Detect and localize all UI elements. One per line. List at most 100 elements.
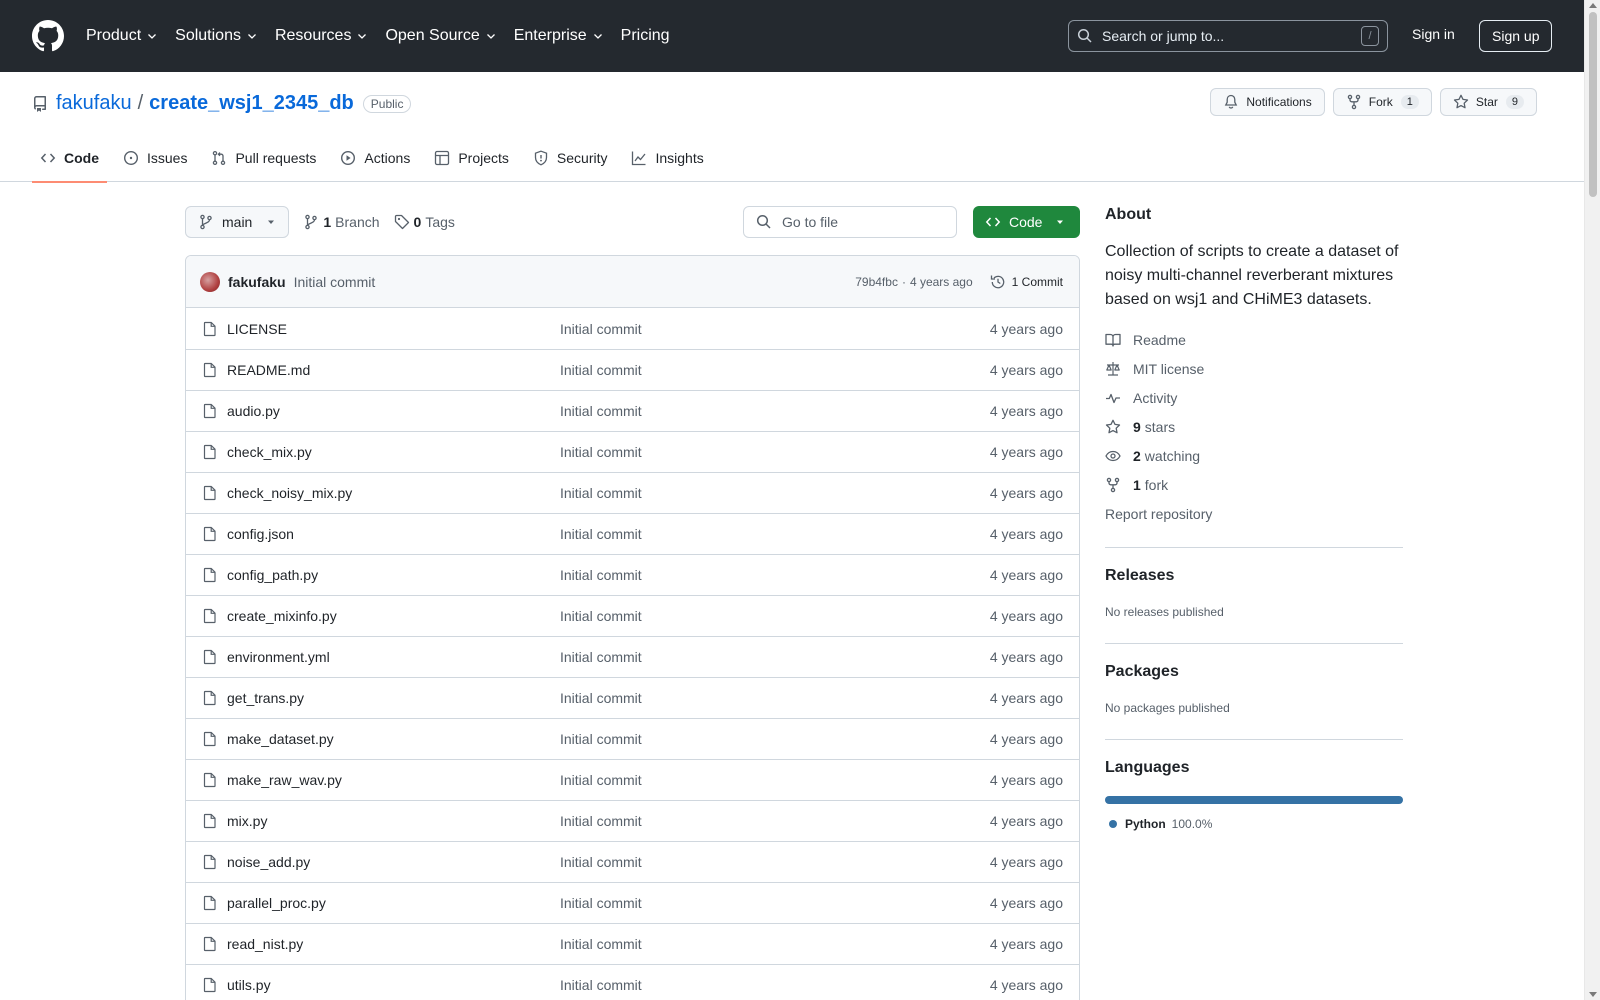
file-name-link[interactable]: utils.py	[227, 977, 560, 993]
scroll-up-arrow[interactable]	[1589, 3, 1597, 8]
file-commit-message-link[interactable]: Initial commit	[560, 608, 990, 624]
file-row[interactable]: make_raw_wav.py Initial commit 4 years ago	[186, 759, 1079, 800]
star-button[interactable]: Star 9	[1439, 88, 1537, 116]
file-row[interactable]: parallel_proc.py Initial commit 4 years ag…	[186, 882, 1079, 923]
file-commit-message-link[interactable]: Initial commit	[560, 403, 990, 419]
file-commit-message-link[interactable]: Initial commit	[560, 321, 990, 337]
file-row[interactable]: check_mix.py Initial commit 4 years ago	[186, 431, 1079, 472]
file-name-link[interactable]: config.json	[227, 526, 560, 542]
tab-projects[interactable]: Projects	[426, 134, 517, 182]
file-name-link[interactable]: mix.py	[227, 813, 560, 829]
tab-insights-label: Insights	[655, 150, 704, 166]
file-name-link[interactable]: make_dataset.py	[227, 731, 560, 747]
file-name-link[interactable]: create_mixinfo.py	[227, 608, 560, 624]
file-row[interactable]: create_mixinfo.py Initial commit 4 years a…	[186, 595, 1079, 636]
nav-enterprise[interactable]: Enterprise	[514, 27, 604, 45]
file-name-link[interactable]: check_mix.py	[227, 444, 560, 460]
file-commit-message-link[interactable]: Initial commit	[560, 772, 990, 788]
file-commit-message-link[interactable]: Initial commit	[560, 813, 990, 829]
repo-tabs: Code Issues Pull requests Actions Projec…	[32, 134, 720, 183]
file-name-link[interactable]: read_nist.py	[227, 936, 560, 952]
report-repository-link[interactable]: Report repository	[1105, 505, 1403, 523]
packages-empty: No packages published	[1105, 701, 1230, 715]
file-name-link[interactable]: check_noisy_mix.py	[227, 485, 560, 501]
nav-open-source[interactable]: Open Source	[385, 27, 496, 45]
tab-insights[interactable]: Insights	[623, 134, 711, 182]
file-commit-message-link[interactable]: Initial commit	[560, 690, 990, 706]
file-row[interactable]: read_nist.py Initial commit 4 years ago	[186, 923, 1079, 964]
tab-issues[interactable]: Issues	[115, 134, 195, 182]
file-row[interactable]: config.json Initial commit 4 years ago	[186, 513, 1079, 554]
watching-link[interactable]: 2 watching	[1105, 447, 1403, 465]
code-dropdown-button[interactable]: Code	[973, 206, 1080, 238]
nav-product[interactable]: Product	[86, 27, 158, 45]
search-input[interactable]: Search or jump to... /	[1068, 20, 1388, 52]
nav-solutions[interactable]: Solutions	[175, 27, 258, 45]
commit-author-link[interactable]: fakufaku	[228, 274, 286, 290]
file-row[interactable]: audio.py Initial commit 4 years ago	[186, 390, 1079, 431]
forks-link[interactable]: 1 fork	[1105, 476, 1403, 494]
file-name-link[interactable]: LICENSE	[227, 321, 560, 337]
nav-pricing[interactable]: Pricing	[621, 27, 670, 45]
sign-up-button[interactable]: Sign up	[1479, 20, 1553, 52]
license-link[interactable]: MIT license	[1105, 360, 1403, 378]
vertical-scrollbar[interactable]	[1584, 0, 1600, 1000]
file-row[interactable]: mix.py Initial commit 4 years ago	[186, 800, 1079, 841]
file-name-link[interactable]: config_path.py	[227, 567, 560, 583]
file-commit-message-link[interactable]: Initial commit	[560, 444, 990, 460]
avatar[interactable]	[200, 271, 220, 292]
file-commit-message-link[interactable]: Initial commit	[560, 936, 990, 952]
activity-link[interactable]: Activity	[1105, 389, 1403, 407]
scroll-down-arrow[interactable]	[1589, 992, 1597, 997]
nav-resources[interactable]: Resources	[275, 27, 368, 45]
fork-button[interactable]: Fork 1	[1332, 88, 1432, 116]
branches-link[interactable]: 1 Branch	[303, 214, 380, 230]
file-row[interactable]: make_dataset.py Initial commit 4 years ago	[186, 718, 1079, 759]
notifications-button[interactable]: Notifications	[1210, 88, 1325, 116]
file-row[interactable]: config_path.py Initial commit 4 years ago	[186, 554, 1079, 595]
releases-heading[interactable]: Releases	[1105, 567, 1403, 585]
file-commit-message-link[interactable]: Initial commit	[560, 567, 990, 583]
commits-history-link[interactable]: 1 Commit	[990, 274, 1063, 290]
file-name-link[interactable]: README.md	[227, 362, 560, 378]
file-commit-message-link[interactable]: Initial commit	[560, 731, 990, 747]
commit-hash-link[interactable]: 79b4fbc	[855, 275, 898, 289]
language-item-python[interactable]: Python 100.0%	[1105, 817, 1403, 831]
file-row[interactable]: LICENSE Initial commit 4 years ago	[186, 308, 1079, 349]
file-commit-message-link[interactable]: Initial commit	[560, 895, 990, 911]
repo-owner-link[interactable]: fakufaku	[56, 92, 132, 115]
file-row[interactable]: check_noisy_mix.py Initial commit 4 years …	[186, 472, 1079, 513]
file-row[interactable]: noise_add.py Initial commit 4 years ago	[186, 841, 1079, 882]
packages-heading[interactable]: Packages	[1105, 663, 1403, 681]
tab-actions[interactable]: Actions	[332, 134, 418, 182]
scrollbar-thumb[interactable]	[1589, 12, 1597, 197]
file-commit-message-link[interactable]: Initial commit	[560, 362, 990, 378]
file-row[interactable]: README.md Initial commit 4 years ago	[186, 349, 1079, 390]
sign-in-link[interactable]: Sign in	[1412, 26, 1455, 42]
file-name-link[interactable]: parallel_proc.py	[227, 895, 560, 911]
readme-link[interactable]: Readme	[1105, 331, 1403, 349]
file-name-link[interactable]: noise_add.py	[227, 854, 560, 870]
file-commit-message-link[interactable]: Initial commit	[560, 854, 990, 870]
file-commit-message-link[interactable]: Initial commit	[560, 977, 990, 993]
file-row[interactable]: environment.yml Initial commit 4 years ago	[186, 636, 1079, 677]
file-name-link[interactable]: audio.py	[227, 403, 560, 419]
tab-code[interactable]: Code	[32, 134, 107, 183]
tags-link[interactable]: 0 Tags	[394, 214, 455, 230]
github-logo-icon[interactable]	[32, 20, 64, 52]
file-commit-message-link[interactable]: Initial commit	[560, 526, 990, 542]
stars-link[interactable]: 9 stars	[1105, 418, 1403, 436]
tab-security[interactable]: Security	[525, 134, 616, 182]
file-name-link[interactable]: make_raw_wav.py	[227, 772, 560, 788]
file-row[interactable]: get_trans.py Initial commit 4 years ago	[186, 677, 1079, 718]
repo-name-link[interactable]: create_wsj1_2345_db	[149, 92, 354, 115]
file-commit-message-link[interactable]: Initial commit	[560, 649, 990, 665]
go-to-file-input[interactable]: Go to file	[743, 206, 957, 238]
file-name-link[interactable]: get_trans.py	[227, 690, 560, 706]
file-name-link[interactable]: environment.yml	[227, 649, 560, 665]
tab-pull-requests[interactable]: Pull requests	[203, 134, 324, 182]
branch-selector[interactable]: main	[185, 206, 290, 238]
file-row[interactable]: utils.py Initial commit 4 years ago	[186, 964, 1079, 1000]
commit-message-link[interactable]: Initial commit	[294, 274, 376, 290]
file-commit-message-link[interactable]: Initial commit	[560, 485, 990, 501]
